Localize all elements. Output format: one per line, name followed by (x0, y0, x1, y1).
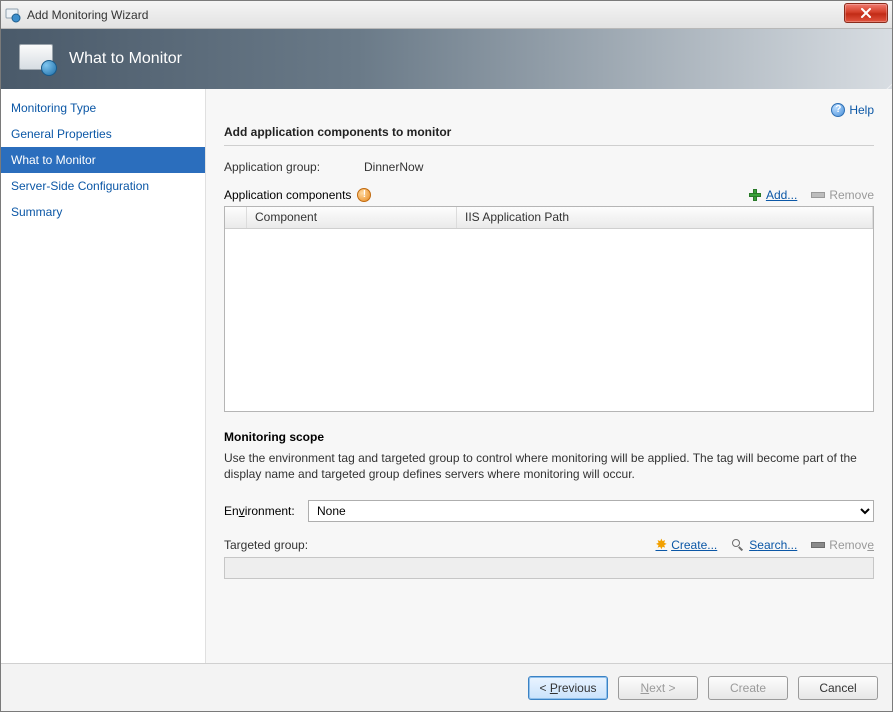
add-label-rest: dd... (774, 188, 797, 202)
remove-link: Remove (811, 188, 874, 202)
banner-title: What to Monitor (69, 50, 182, 68)
create-button: Create (708, 676, 788, 700)
wizard-window: Add Monitoring Wizard What to Monitor (0, 0, 893, 712)
star-icon: ✸ (655, 536, 667, 553)
remove-label: Remove (829, 188, 874, 202)
app-group-label: Application group: (224, 160, 364, 174)
environment-select[interactable]: None (308, 500, 874, 522)
scope-description: Use the environment tag and targeted gro… (224, 450, 874, 482)
components-label: Application components (224, 188, 351, 202)
wizard-body: Monitoring Type General Properties What … (1, 89, 892, 663)
sidebar: Monitoring Type General Properties What … (1, 89, 206, 663)
app-icon (5, 7, 21, 23)
next-button: Next > (618, 676, 698, 700)
help-link[interactable]: ? Help (831, 103, 874, 117)
search-icon (731, 538, 745, 552)
grid-col-component[interactable]: Component (247, 207, 457, 228)
help-icon: ? (831, 103, 845, 117)
banner-icon (19, 44, 55, 74)
sidebar-item-summary[interactable]: Summary (1, 199, 205, 225)
titlebar: Add Monitoring Wizard (1, 1, 892, 29)
close-button[interactable] (844, 3, 888, 23)
banner-decoration (672, 29, 892, 89)
add-link[interactable]: Add... (748, 188, 797, 202)
grid-body (225, 229, 873, 411)
grid-row-indicator-header (225, 207, 247, 228)
search-link[interactable]: Search... (731, 538, 797, 552)
app-group-value: DinnerNow (364, 160, 423, 174)
grid-col-path[interactable]: IIS Application Path (457, 207, 873, 228)
sidebar-item-monitoring-type[interactable]: Monitoring Type (1, 95, 205, 121)
targeted-group-label: Targeted group: (224, 538, 308, 552)
minus-icon (811, 192, 825, 198)
cancel-button[interactable]: Cancel (798, 676, 878, 700)
window-title: Add Monitoring Wizard (27, 8, 148, 22)
banner: What to Monitor (1, 29, 892, 89)
footer: < Previous Next > Create Cancel (1, 663, 892, 711)
remove-group-link: Remove (811, 538, 874, 552)
warning-icon: ! (357, 188, 371, 202)
create-link[interactable]: ✸ Create... (655, 536, 717, 553)
components-grid[interactable]: Component IIS Application Path (224, 206, 874, 412)
environment-label: Environment: (224, 504, 302, 518)
sidebar-item-general-properties[interactable]: General Properties (1, 121, 205, 147)
sidebar-item-server-side-configuration[interactable]: Server-Side Configuration (1, 173, 205, 199)
previous-button[interactable]: < Previous (528, 676, 608, 700)
targeted-group-input (224, 557, 874, 579)
grid-header: Component IIS Application Path (225, 207, 873, 229)
main-panel: ? Help Add application components to mon… (206, 89, 892, 663)
minus-icon (811, 542, 825, 548)
plus-icon (748, 188, 762, 202)
sidebar-item-what-to-monitor[interactable]: What to Monitor (1, 147, 205, 173)
page-heading: Add application components to monitor (224, 125, 874, 146)
scope-title: Monitoring scope (224, 430, 874, 444)
help-label: Help (849, 103, 874, 117)
